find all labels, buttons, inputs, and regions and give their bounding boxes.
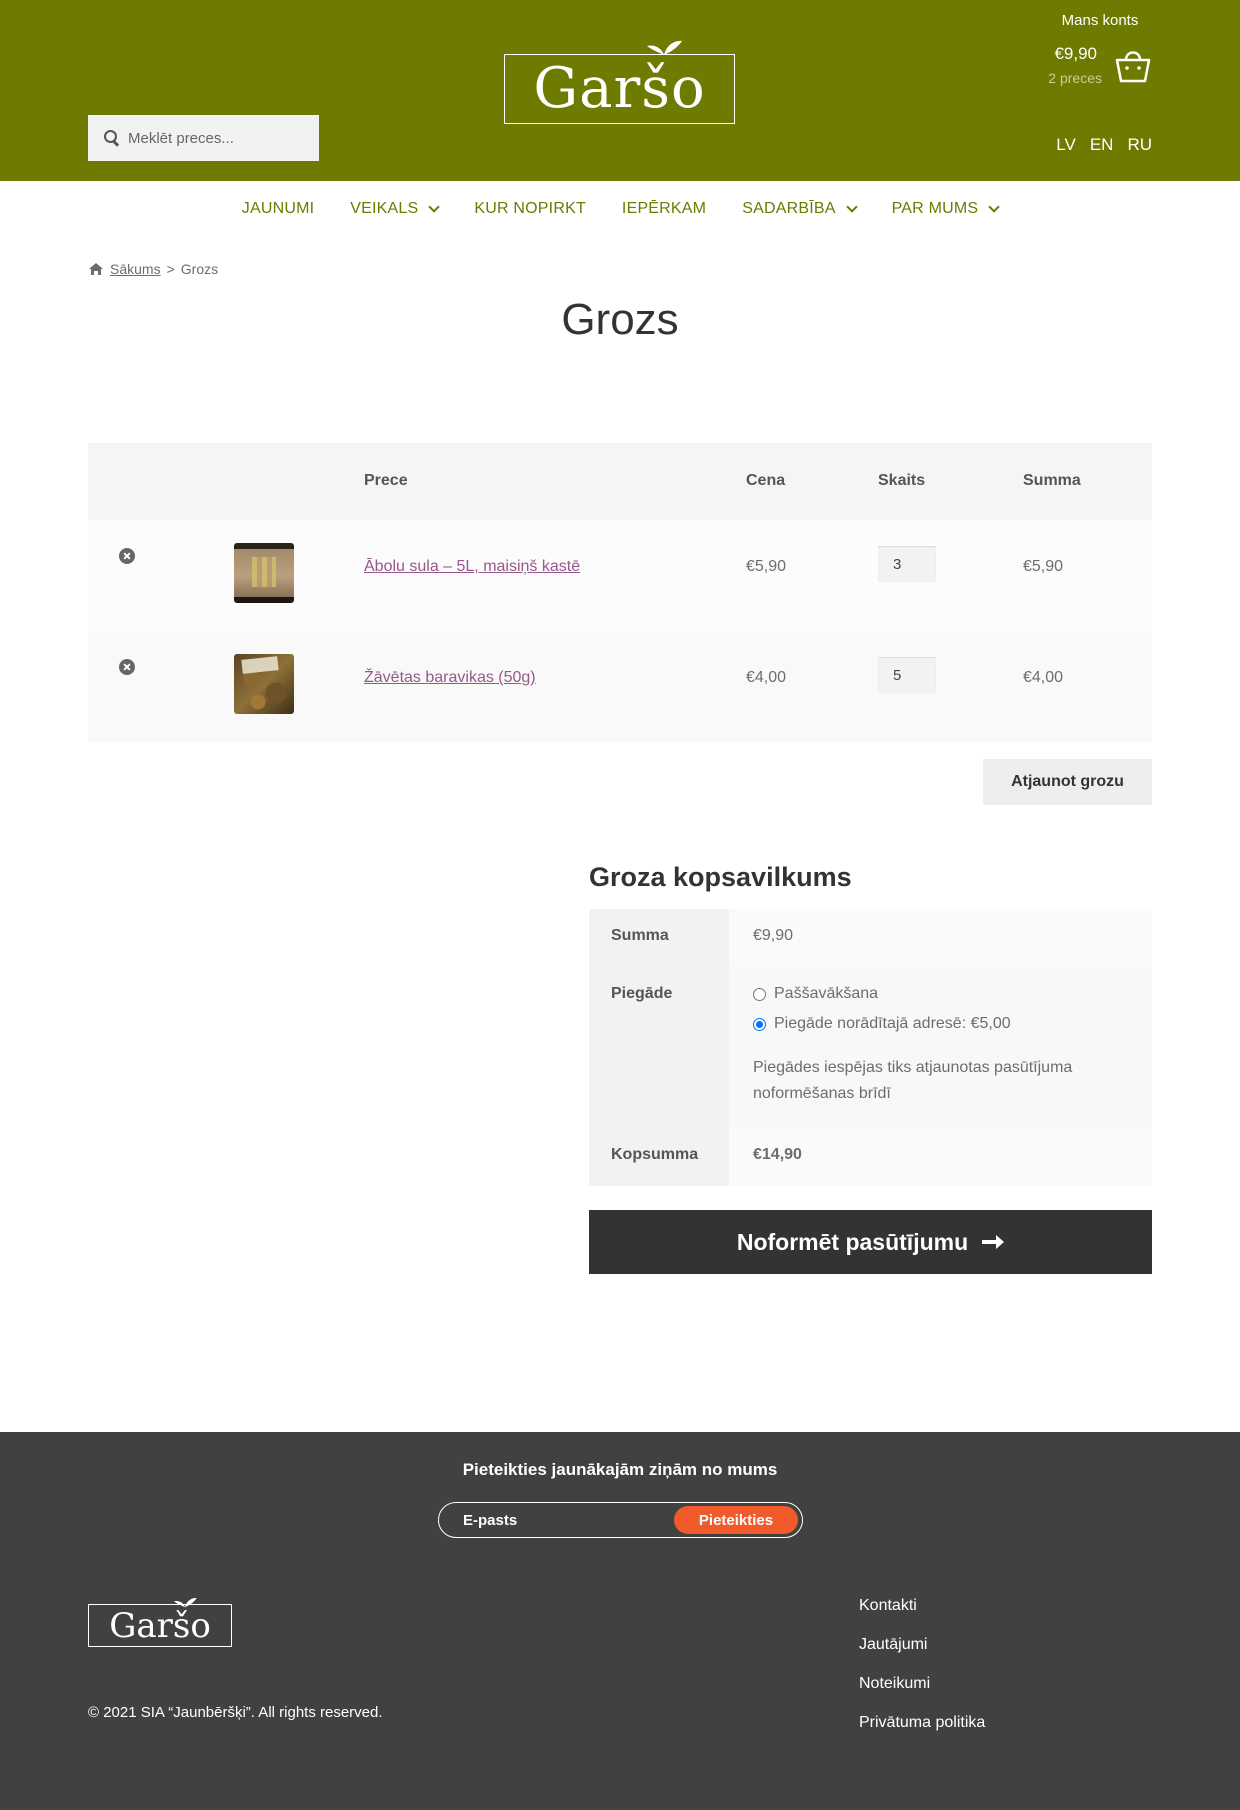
shipping-option-delivery[interactable]: Piegāde norādītajā adresē: €5,00	[753, 1015, 1128, 1033]
header-price: Cena	[746, 472, 786, 489]
footer-link-noteikumi[interactable]: Noteikumi	[859, 1674, 985, 1713]
table-row: Ābolu sula – 5L, maisiņš kastē €5,90 €5,…	[88, 520, 1152, 631]
nav-item-kur-nopirkt[interactable]: KUR NOPIRKT	[456, 200, 604, 218]
footer-logo[interactable]: Garšo	[88, 1596, 232, 1647]
my-account-link[interactable]: Mans konts	[1030, 12, 1170, 29]
product-link[interactable]: Žāvētas baravikas (50g)	[364, 669, 536, 687]
logo-text: Garšo	[109, 1605, 211, 1646]
lang-en[interactable]: EN	[1090, 135, 1114, 155]
nav-label: KUR NOPIRKT	[474, 200, 586, 217]
arrow-right-icon	[982, 1235, 1005, 1249]
language-switcher: LV EN RU	[1056, 135, 1152, 155]
home-icon	[89, 263, 103, 275]
subscribe-button[interactable]: Pieteikties	[674, 1506, 798, 1534]
summary-title: Groza kopsavilkums	[589, 862, 852, 892]
copyright: © 2021 SIA “Jaunbēršķi”. All rights rese…	[88, 1704, 383, 1721]
nav-item-sadarbiba[interactable]: SADARBĪBA	[724, 200, 873, 218]
shipping-radio[interactable]	[753, 1017, 766, 1031]
lang-ru[interactable]: RU	[1127, 135, 1152, 155]
shipping-radio[interactable]	[753, 987, 766, 1001]
nav-label: PAR MUMS	[891, 200, 979, 217]
site-logo[interactable]: Garšo	[504, 38, 735, 124]
table-header: Prece Cena Skaits Summa	[88, 443, 1152, 520]
shipping-option-label: Piegāde norādītajā adresē: €5,00	[774, 1015, 1011, 1032]
breadcrumb-current: Grozs	[180, 261, 219, 277]
table-row: Žāvētas baravikas (50g) €4,00 €4,00	[88, 631, 1152, 742]
cart-table: Prece Cena Skaits Summa Ābolu sula – 5L,…	[88, 443, 1152, 742]
nav-label: JAUNUMI	[241, 200, 315, 217]
breadcrumb: Sākums > Grozs	[88, 261, 218, 277]
nav-item-veikals[interactable]: VEIKALS	[332, 200, 456, 218]
summary-total-row: Kopsumma €14,90	[589, 1128, 1152, 1186]
summary-label: Piegāde	[589, 967, 729, 1128]
nav-item-jaunumi[interactable]: JAUNUMI	[224, 200, 333, 218]
site-header: Garšo Mans konts €9,90 2 preces LV EN RU	[0, 0, 1240, 181]
shipping-note: Piegādes iespējas tiks atjaunotas pasūtī…	[753, 1059, 1073, 1102]
order-total: €14,90	[729, 1128, 1152, 1186]
product-thumbnail[interactable]	[234, 654, 294, 714]
search-icon	[104, 130, 120, 146]
nav-label: VEIKALS	[350, 200, 419, 217]
footer-link-jautajumi[interactable]: Jautājumi	[859, 1635, 985, 1674]
summary-subtotal-row: Summa €9,90	[589, 909, 1152, 967]
product-subtotal: €4,00	[1023, 669, 1064, 686]
product-link[interactable]: Ābolu sula – 5L, maisiņš kastē	[364, 558, 580, 576]
header-quantity: Skaits	[878, 472, 926, 489]
update-cart-button[interactable]: Atjaunot grozu	[983, 759, 1152, 805]
site-footer: Pieteikties jaunākajām ziņām no mums Pie…	[0, 1432, 1240, 1810]
page-title: Grozs	[561, 295, 679, 344]
shipping-option-label: Paššavākšana	[774, 985, 879, 1002]
newsletter-form: Pieteikties	[438, 1502, 803, 1538]
shipping-options: Paššavākšana Piegāde norādītajā adresē: …	[729, 967, 1152, 1128]
nav-item-par-mums[interactable]: PAR MUMS	[874, 200, 1017, 218]
chevron-down-icon	[988, 200, 1000, 213]
nav-label: SADARBĪBA	[742, 200, 836, 217]
checkout-label: Noformēt pasūtījumu	[736, 1228, 969, 1255]
product-price: €5,90	[746, 558, 787, 575]
cart-totals: Summa €9,90 Piegāde Paššavākšana Piegāde…	[589, 909, 1152, 1186]
quantity-input[interactable]	[878, 546, 936, 582]
quantity-input[interactable]	[878, 657, 936, 693]
summary-label: Summa	[589, 909, 729, 967]
newsletter-title: Pieteikties jaunākajām ziņām no mums	[462, 1460, 778, 1479]
shipping-option-pickup[interactable]: Paššavākšana	[753, 985, 1128, 1003]
cart-total[interactable]: €9,90	[1054, 44, 1097, 64]
remove-item-icon[interactable]	[119, 548, 135, 564]
summary-shipping-row: Piegāde Paššavākšana Piegāde norādītajā …	[589, 967, 1152, 1128]
footer-link-kontakti[interactable]: Kontakti	[859, 1596, 985, 1635]
newsletter-email-input[interactable]	[463, 1511, 643, 1529]
main-nav: JAUNUMI VEIKALS KUR NOPIRKT IEPĒRKAM SAD…	[0, 200, 1240, 218]
product-subtotal: €5,90	[1023, 558, 1064, 575]
breadcrumb-home-link[interactable]: Sākums	[110, 261, 161, 277]
product-price: €4,00	[746, 669, 787, 686]
search-input[interactable]	[128, 129, 308, 147]
checkout-button[interactable]: Noformēt pasūtījumu	[589, 1210, 1152, 1274]
nav-item-ieperkam[interactable]: IEPĒRKAM	[604, 200, 724, 218]
chevron-down-icon	[845, 200, 858, 213]
cart-count[interactable]: 2 preces	[1048, 70, 1102, 86]
logo-text: Garšo	[533, 56, 706, 121]
header-subtotal: Summa	[1023, 472, 1081, 489]
product-thumbnail[interactable]	[234, 543, 294, 603]
footer-links: Kontakti Jautājumi Noteikumi Privātuma p…	[859, 1596, 985, 1752]
search-box[interactable]	[88, 115, 319, 161]
remove-item-icon[interactable]	[119, 659, 135, 675]
breadcrumb-separator: >	[166, 261, 175, 277]
lang-lv[interactable]: LV	[1056, 135, 1076, 155]
chevron-down-icon	[428, 200, 441, 213]
footer-link-privatums[interactable]: Privātuma politika	[859, 1713, 985, 1752]
basket-icon[interactable]	[1114, 44, 1152, 84]
nav-label: IEPĒRKAM	[621, 200, 707, 217]
summary-value: €9,90	[729, 909, 1152, 967]
header-product: Prece	[364, 472, 408, 489]
summary-label: Kopsumma	[589, 1128, 729, 1186]
